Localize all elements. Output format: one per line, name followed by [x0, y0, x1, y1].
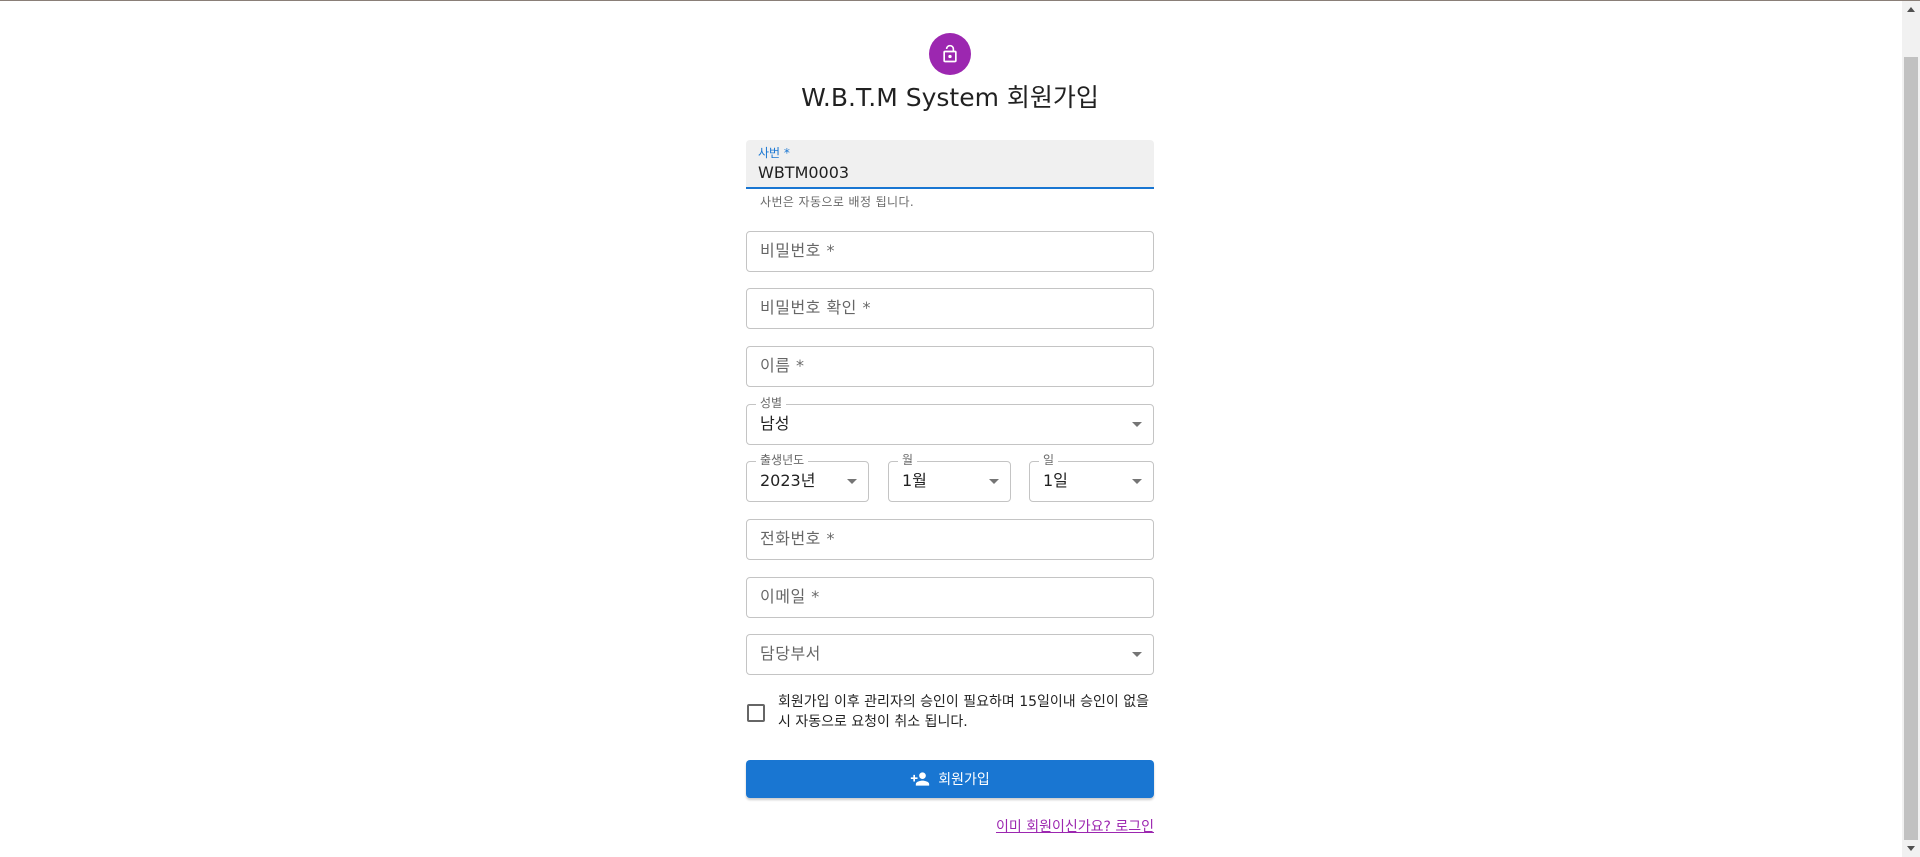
scroll-down-arrow-icon[interactable] — [1902, 840, 1920, 857]
password-label: 비밀번호 * — [760, 241, 835, 260]
window-top-border — [0, 0, 1920, 1]
birth-day-label: 일 — [1039, 452, 1059, 468]
gender-outline — [746, 404, 1154, 445]
person-add-icon — [911, 772, 930, 786]
email-label: 이메일 * — [760, 587, 820, 606]
phone-label: 전화번호 * — [760, 529, 835, 548]
birth-month-select[interactable]: 월 1월 — [888, 452, 1011, 502]
birth-year-select[interactable]: 출생년도 2023년 — [746, 452, 869, 502]
employee-id-label: 사번 * — [758, 146, 790, 160]
name-label: 이름 * — [760, 356, 805, 375]
password-field[interactable]: 비밀번호 * — [746, 231, 1154, 272]
employee-id-field[interactable]: 사번 * WBTM0003 — [746, 140, 1154, 189]
gender-select[interactable]: 성별 남성 — [746, 395, 1154, 445]
gender-value: 남성 — [760, 414, 790, 433]
lock-open-icon — [943, 44, 957, 63]
dropdown-arrow-icon — [1132, 422, 1142, 427]
dropdown-arrow-icon — [989, 479, 999, 484]
password-confirm-field[interactable]: 비밀번호 확인 * — [746, 288, 1154, 329]
login-link[interactable]: 이미 회원이신가요? 로그인 — [940, 817, 1154, 837]
signup-page: W.B.T.M System 회원가입 사번 * WBTM0003 사번은 자동… — [0, 0, 1920, 857]
birth-day-value: 1일 — [1043, 471, 1068, 490]
lock-avatar — [929, 33, 971, 75]
scroll-up-arrow-icon[interactable] — [1902, 1, 1920, 18]
name-field[interactable]: 이름 * — [746, 346, 1154, 387]
password-confirm-label: 비밀번호 확인 * — [760, 298, 871, 317]
phone-field[interactable]: 전화번호 * — [746, 519, 1154, 560]
name-outline — [746, 346, 1154, 387]
gender-label: 성별 — [756, 395, 787, 411]
page-scrollbar[interactable] — [1902, 1, 1920, 857]
agreement-text: 회원가입 이후 관리자의 승인이 필요하며 15일이내 승인이 없을시 자동으로… — [778, 694, 1149, 730]
birth-year-value: 2023년 — [760, 471, 816, 490]
signup-submit-label: 회원가입 — [938, 772, 990, 788]
agreement-checkbox[interactable] — [747, 704, 765, 722]
birth-year-label: 출생년도 — [756, 452, 809, 468]
dropdown-arrow-icon — [1132, 652, 1142, 657]
department-select[interactable]: 담당부서 — [746, 634, 1154, 675]
email-field[interactable]: 이메일 * — [746, 577, 1154, 618]
birth-month-value: 1월 — [902, 471, 927, 490]
birth-day-select[interactable]: 일 1일 — [1029, 452, 1154, 502]
signup-submit-button[interactable]: 회원가입 — [746, 760, 1154, 798]
dropdown-arrow-icon — [847, 479, 857, 484]
employee-id-value: WBTM0003 — [758, 163, 850, 182]
employee-id-helper: 사번은 자동으로 배정 됩니다. — [760, 195, 915, 209]
department-label: 담당부서 — [760, 644, 821, 663]
scrollbar-thumb[interactable] — [1904, 57, 1918, 840]
page-title: W.B.T.M System 회원가입 — [801, 83, 1099, 112]
dropdown-arrow-icon — [1132, 479, 1142, 484]
birth-month-label: 월 — [898, 452, 918, 468]
